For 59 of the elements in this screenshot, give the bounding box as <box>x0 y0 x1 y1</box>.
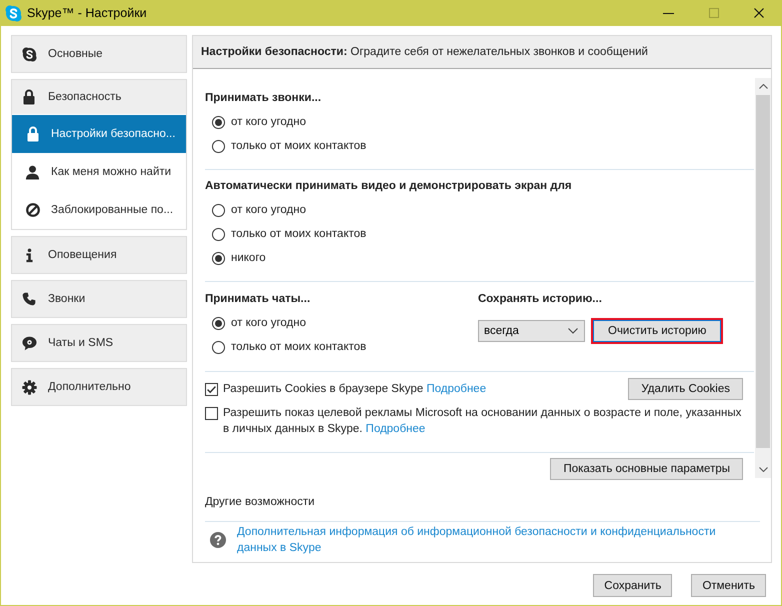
checkbox[interactable] <box>205 382 218 396</box>
radio-label: никого <box>231 252 266 264</box>
radio-button[interactable] <box>212 228 225 240</box>
app-logo-icon <box>5 4 22 22</box>
radio-button[interactable] <box>212 340 225 354</box>
phone-icon <box>22 292 36 306</box>
radio-label: от кого угодно <box>231 317 306 329</box>
section-heading: Принимать чаты... <box>205 292 312 307</box>
delete-cookies-button[interactable]: Удалить Cookies <box>628 378 743 400</box>
minimize-icon <box>663 12 674 14</box>
section-heading: Принимать звонки... <box>205 91 322 106</box>
s-logo-icon <box>22 46 36 62</box>
section-heading: Сохранять историю... <box>478 292 603 307</box>
chevron-down-icon <box>758 467 768 472</box>
help-icon <box>210 532 226 548</box>
radio-label: только от моих контактов <box>231 341 366 353</box>
close-icon <box>754 8 764 18</box>
section-heading: Другие возможности <box>205 492 760 522</box>
show-basic-settings-button[interactable]: Показать основные параметры <box>550 458 743 480</box>
sidebar-item[interactable]: Чаты и SMS <box>11 324 187 362</box>
sidebar-item[interactable]: Дополнительно <box>11 368 187 406</box>
section-heading: Автоматически принимать видео и демонстрировать экран для <box>205 179 573 194</box>
radio-button[interactable] <box>212 116 225 128</box>
save-button[interactable]: Сохранить <box>593 574 672 597</box>
scrollbar-thumb[interactable] <box>756 95 770 448</box>
radio-button[interactable] <box>212 140 225 152</box>
info-icon <box>26 248 32 262</box>
header-text: Настройки безопасности: Оградите себя от нежелательных звонков и сообщений <box>201 46 648 58</box>
sidebar-item[interactable]: Безопасность <box>12 80 186 114</box>
sidebar-item[interactable]: Основные <box>11 35 187 73</box>
more-link[interactable]: Подробнее <box>366 423 426 435</box>
chevron-down-icon <box>568 328 578 334</box>
sidebar-item[interactable]: Звонки <box>11 280 187 318</box>
radio-label: от кого угодно <box>231 204 306 216</box>
more-link[interactable]: Подробнее <box>426 383 486 395</box>
sidebar-item[interactable]: Оповещения <box>11 236 187 274</box>
radio-button[interactable] <box>212 252 225 264</box>
info-link[interactable]: Дополнительная информация об информационной безопасности и конфиденциальности данных в Skype <box>237 524 732 556</box>
cancel-button[interactable]: Отменить <box>691 574 766 597</box>
radio-label: только от моих контактов <box>231 228 366 240</box>
blocked-icon <box>26 203 40 217</box>
maximize-icon <box>708 8 718 18</box>
checkbox-label: Разрешить Cookies в браузере Skype Подробнее <box>223 382 486 397</box>
history-dropdown[interactable]: всегда <box>478 320 585 342</box>
lock-icon <box>23 89 35 105</box>
window-title: Skype™ - Настройки <box>27 6 147 20</box>
checkbox-label: Разрешить показ целевой рекламы Microsoft на основании данных о возрасте и поле, указанных в личных данных в Skype. Подробнее <box>223 406 742 437</box>
radio-button[interactable] <box>212 316 225 330</box>
clear-history-button[interactable]: Очистить историю <box>591 318 724 344</box>
person-icon <box>25 164 40 180</box>
checkbox[interactable] <box>205 406 218 420</box>
chat-bubble-icon <box>22 336 36 350</box>
radio-button[interactable] <box>212 204 225 216</box>
sidebar-subitem[interactable]: Настройки безопасно... <box>12 115 186 153</box>
chevron-up-icon <box>758 84 768 89</box>
lock-icon <box>26 126 38 142</box>
radio-label: от кого угодно <box>231 116 306 128</box>
gear-icon <box>22 380 36 394</box>
radio-label: только от моих контактов <box>231 140 366 152</box>
